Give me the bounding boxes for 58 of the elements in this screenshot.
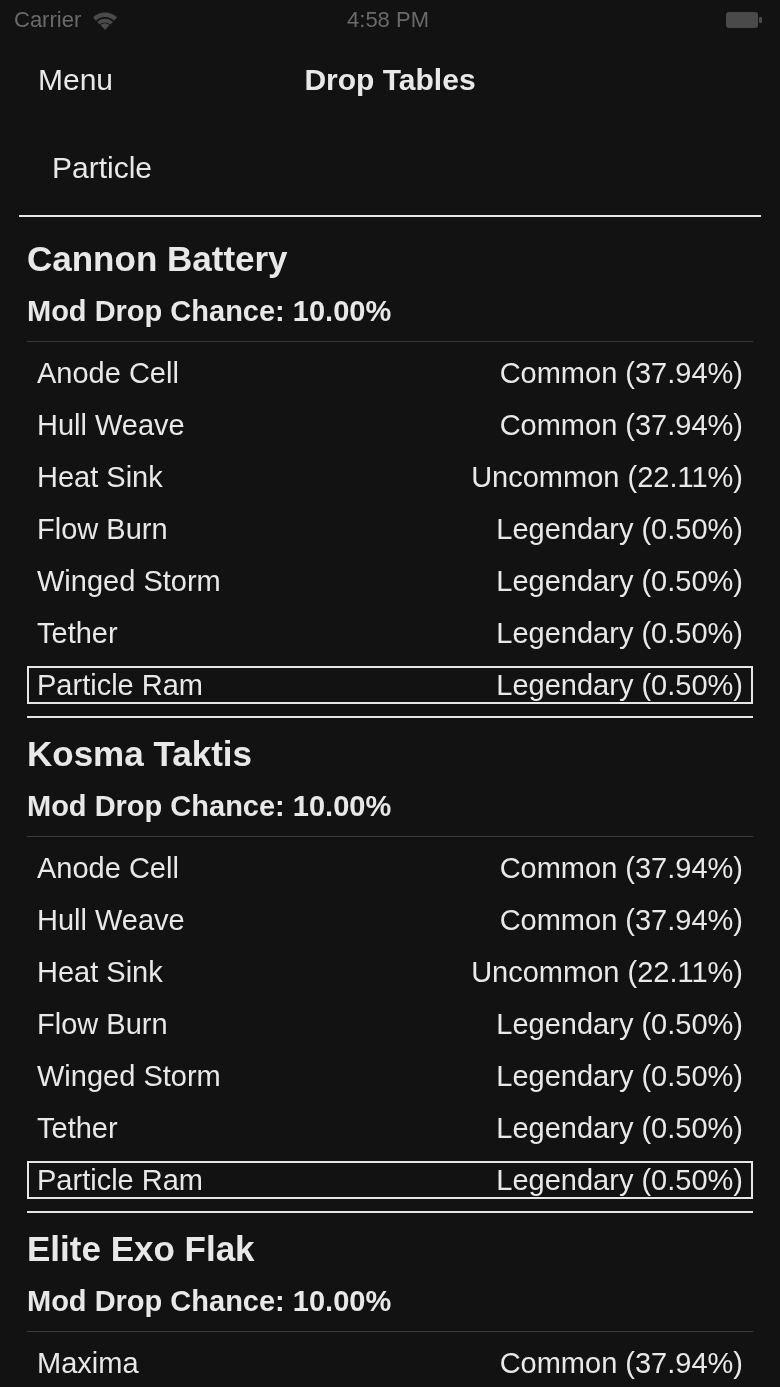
item-name: Winged Storm	[37, 564, 221, 598]
drop-row[interactable]: Particle Ram Legendary (0.50%)	[27, 1161, 753, 1199]
drop-row[interactable]: Hull Weave Common (37.94%)	[27, 406, 753, 444]
mod-drop-chance: Mod Drop Chance: 10.00%	[27, 293, 753, 342]
drop-row[interactable]: Flow Burn Legendary (0.50%)	[27, 510, 753, 548]
drop-row[interactable]: Tether Legendary (0.50%)	[27, 1109, 753, 1147]
item-name: Heat Sink	[37, 460, 163, 494]
item-rarity: Legendary (0.50%)	[496, 1111, 743, 1145]
drop-row[interactable]: Maxima Common (37.94%)	[27, 1344, 753, 1382]
status-time: 4:58 PM	[347, 7, 429, 33]
item-rarity: Legendary (0.50%)	[496, 1163, 743, 1197]
mod-drop-chance: Mod Drop Chance: 10.00%	[27, 788, 753, 837]
item-name: Anode Cell	[37, 851, 179, 885]
item-name: Maxima	[37, 1346, 139, 1380]
section-title: Cannon Battery	[27, 238, 289, 280]
carrier-label: Carrier	[14, 7, 82, 33]
drop-row[interactable]: Anode Cell Common (37.94%)	[27, 849, 753, 887]
item-rarity: Legendary (0.50%)	[496, 668, 743, 702]
item-rarity: Legendary (0.50%)	[496, 616, 743, 650]
drop-row[interactable]: Hull Weave Common (37.94%)	[27, 901, 753, 939]
item-name: Heat Sink	[37, 955, 163, 989]
drop-row[interactable]: Tether Legendary (0.50%)	[27, 614, 753, 652]
item-name: Anode Cell	[37, 356, 179, 390]
item-rarity: Common (37.94%)	[499, 1346, 743, 1380]
section-title: Elite Exo Flak	[27, 1228, 256, 1270]
item-rarity: Legendary (0.50%)	[496, 1059, 743, 1093]
item-name: Winged Storm	[37, 1059, 221, 1093]
item-name: Particle Ram	[37, 668, 203, 702]
drop-row[interactable]: Heat Sink Uncommon (22.11%)	[27, 458, 753, 496]
drop-row[interactable]: Heat Sink Uncommon (22.11%)	[27, 953, 753, 991]
item-name: Flow Burn	[37, 1007, 168, 1041]
item-name: Particle Ram	[37, 1163, 203, 1197]
item-rarity: Uncommon (22.11%)	[471, 460, 743, 494]
item-name: Hull Weave	[37, 903, 185, 937]
item-rarity: Common (37.94%)	[499, 851, 743, 885]
item-rarity: Legendary (0.50%)	[496, 564, 743, 598]
item-rarity: Common (37.94%)	[499, 903, 743, 937]
drop-row[interactable]: Flow Burn Legendary (0.50%)	[27, 1005, 753, 1043]
drop-row[interactable]: Winged Storm Legendary (0.50%)	[27, 1057, 753, 1095]
wifi-icon	[91, 10, 120, 30]
category-picker[interactable]: Particle	[52, 150, 153, 185]
drop-row[interactable]: Winged Storm Legendary (0.50%)	[27, 562, 753, 600]
item-name: Hull Weave	[37, 408, 185, 442]
mod-drop-chance: Mod Drop Chance: 10.00%	[27, 1283, 753, 1332]
item-name: Flow Burn	[37, 512, 168, 546]
item-name: Tether	[37, 616, 118, 650]
item-rarity: Uncommon (22.11%)	[471, 955, 743, 989]
section-title: Kosma Taktis	[27, 733, 253, 775]
battery-icon	[726, 12, 762, 28]
menu-button[interactable]: Menu	[38, 63, 114, 97]
item-rarity: Common (37.94%)	[499, 356, 743, 390]
drop-row[interactable]: Anode Cell Common (37.94%)	[27, 354, 753, 392]
drop-row[interactable]: Particle Ram Legendary (0.50%)	[27, 666, 753, 704]
item-name: Tether	[37, 1111, 118, 1145]
nav-title: Drop Tables	[304, 63, 476, 97]
item-rarity: Common (37.94%)	[499, 408, 743, 442]
item-rarity: Legendary (0.50%)	[496, 512, 743, 546]
item-rarity: Legendary (0.50%)	[496, 1007, 743, 1041]
